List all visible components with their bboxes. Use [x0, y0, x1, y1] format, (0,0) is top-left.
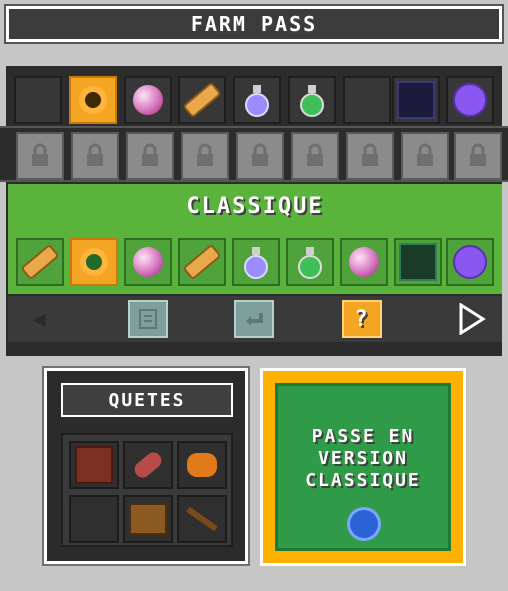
wood-block-icon — [75, 446, 113, 484]
fruit-icon[interactable] — [177, 441, 227, 489]
scroll-icon — [20, 243, 60, 281]
lock-icon — [142, 143, 158, 166]
locked-slot — [454, 132, 502, 180]
scroll-icon[interactable] — [178, 76, 226, 124]
previous-page-button[interactable]: ◀ — [20, 300, 60, 338]
locked-reward-row — [0, 126, 508, 182]
cube-icon — [397, 81, 435, 119]
locked-slot — [126, 132, 174, 180]
pearl-icon[interactable] — [340, 238, 388, 286]
cube-icon[interactable] — [392, 76, 440, 124]
reward-slot-empty — [14, 76, 62, 124]
lock-icon — [362, 143, 378, 166]
potion-purple-icon[interactable] — [232, 238, 280, 286]
dark-egg-icon — [80, 502, 108, 536]
pass-navigation-bar: ◀ ? — [8, 296, 502, 342]
return-arrow-icon — [246, 313, 263, 326]
lock-icon — [307, 143, 323, 166]
gem-icon — [342, 502, 386, 546]
locked-slot — [16, 132, 64, 180]
ring-icon — [80, 248, 108, 276]
list-icon — [139, 309, 157, 329]
pearl-icon[interactable] — [124, 76, 172, 124]
crossbow-icon — [186, 506, 218, 532]
chest-icon — [129, 503, 167, 535]
gem-icon — [342, 502, 386, 546]
potion-purple-icon — [245, 85, 269, 117]
orb-icon — [453, 245, 487, 279]
help-button[interactable]: ? — [342, 300, 382, 338]
locked-slot — [346, 132, 394, 180]
potion-green-icon[interactable] — [286, 238, 334, 286]
lock-icon — [470, 143, 486, 166]
lock-icon — [32, 143, 48, 166]
lock-icon — [252, 143, 268, 166]
orb-icon[interactable] — [446, 76, 494, 124]
potion-purple-icon — [244, 247, 268, 279]
crossbow-icon[interactable] — [177, 495, 227, 543]
classique-label: CLASSIQUE — [186, 194, 324, 219]
potion-green-icon — [298, 247, 322, 279]
ring-icon[interactable] — [70, 238, 118, 286]
orb-icon[interactable] — [446, 238, 494, 286]
meat-icon — [131, 449, 165, 481]
scroll-icon — [182, 81, 222, 119]
lock-icon — [417, 143, 433, 166]
upgrade-inner-panel: PASSE EN VERSION CLASSIQUE — [275, 383, 451, 551]
scroll-icon[interactable] — [16, 238, 64, 286]
ring-icon[interactable] — [69, 76, 117, 124]
pearl-icon — [133, 85, 163, 115]
pearl-icon — [349, 247, 379, 277]
quests-grid — [61, 433, 233, 547]
chest-icon[interactable] — [123, 495, 173, 543]
meat-icon[interactable] — [123, 441, 173, 489]
pearl-icon — [133, 247, 163, 277]
locked-slot — [236, 132, 284, 180]
classique-band: CLASSIQUE — [8, 184, 502, 294]
locked-slot — [181, 132, 229, 180]
pearl-icon[interactable] — [124, 238, 172, 286]
locked-slot — [401, 132, 449, 180]
ring-icon — [79, 86, 107, 114]
reward-slot-empty — [343, 76, 391, 124]
locked-slot — [71, 132, 119, 180]
upgrade-text: PASSE EN VERSION CLASSIQUE — [305, 426, 421, 491]
potion-green-icon — [300, 85, 324, 117]
cube-icon[interactable] — [394, 238, 442, 286]
next-arrow-icon — [459, 303, 486, 335]
fruit-icon — [187, 453, 217, 477]
return-button[interactable] — [234, 300, 274, 338]
next-page-button[interactable] — [452, 300, 492, 338]
potion-purple-icon[interactable] — [233, 76, 281, 124]
cube-icon — [399, 243, 437, 281]
quests-title: QUETES — [61, 383, 233, 417]
locked-slot — [291, 132, 339, 180]
dark-egg-icon[interactable] — [69, 495, 119, 543]
wood-block-icon[interactable] — [69, 441, 119, 489]
quests-panel: QUETES — [42, 366, 250, 566]
lock-icon — [197, 143, 213, 166]
farm-pass-title: FARM PASS — [4, 4, 504, 44]
orb-icon — [453, 83, 487, 117]
scroll-icon — [182, 243, 222, 281]
potion-green-icon[interactable] — [288, 76, 336, 124]
scroll-icon[interactable] — [178, 238, 226, 286]
list-button[interactable] — [128, 300, 168, 338]
lock-icon — [87, 143, 103, 166]
upgrade-to-classic-button[interactable]: PASSE EN VERSION CLASSIQUE — [260, 368, 466, 566]
